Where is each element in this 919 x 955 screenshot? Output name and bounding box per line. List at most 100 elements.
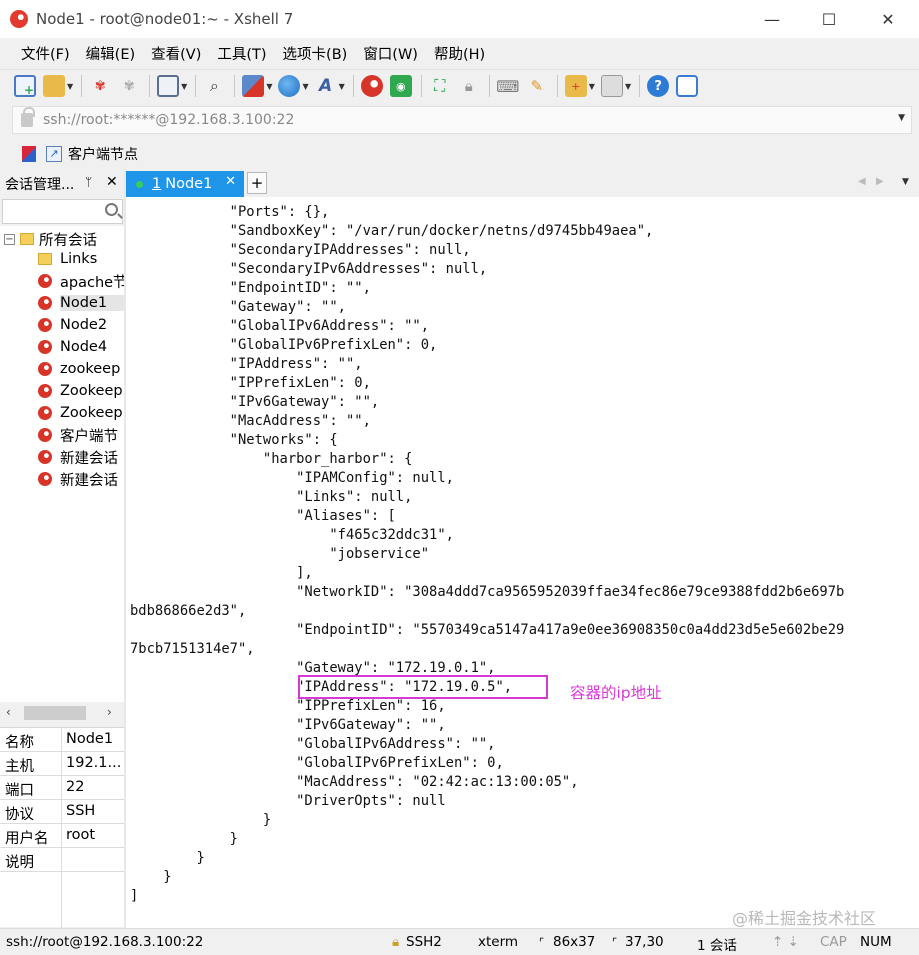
tab-label[interactable]: Node1 bbox=[165, 176, 212, 192]
lock-icon[interactable]: 🔒︎ bbox=[458, 75, 480, 97]
session-icon bbox=[38, 274, 52, 288]
reconnect-icon[interactable]: ✾ bbox=[89, 75, 111, 97]
menu-edit[interactable]: 编辑(E) bbox=[78, 43, 143, 64]
new-tab-button[interactable]: + bbox=[247, 172, 267, 194]
collapse-toggle-icon[interactable]: − bbox=[4, 233, 15, 245]
property-value: root bbox=[66, 827, 96, 843]
tree-item-session-selected[interactable]: Node1 bbox=[38, 292, 124, 314]
menu-bar: 文件(F) 编辑(E) 查看(V) 工具(T) 选项卡(B) 窗口(W) 帮助(… bbox=[0, 38, 919, 70]
property-key: 协议 bbox=[5, 807, 34, 823]
help-icon[interactable]: ? bbox=[647, 75, 670, 97]
scroll-left-icon[interactable]: ‹ bbox=[6, 705, 11, 719]
tree-item-label[interactable]: Node1 bbox=[60, 295, 124, 311]
menu-help[interactable]: 帮助(H) bbox=[426, 43, 493, 64]
menu-tabs[interactable]: 选项卡(B) bbox=[275, 43, 356, 64]
tree-item-session[interactable]: Node4 bbox=[38, 336, 124, 358]
tab-scroll-left-icon[interactable]: ◀ bbox=[858, 176, 866, 187]
tree-horizontal-scrollbar[interactable]: ‹ › bbox=[0, 703, 124, 723]
minimize-button[interactable]: — bbox=[743, 0, 801, 38]
tree-root-label[interactable]: 所有会话 bbox=[39, 229, 97, 250]
tree-item-links[interactable]: Links bbox=[38, 248, 124, 270]
globe-dropdown-icon[interactable]: ▼ bbox=[302, 82, 308, 91]
toolbar-separator bbox=[234, 75, 236, 97]
ssh-lock-icon: 🔒︎ bbox=[392, 934, 400, 950]
tree-item-session[interactable]: Node2 bbox=[38, 314, 124, 336]
compose-icon[interactable]: + bbox=[564, 75, 587, 97]
open-dropdown-icon[interactable]: ▼ bbox=[67, 82, 73, 91]
status-nav-arrows-icon[interactable]: ⇡ ⇣ bbox=[772, 934, 799, 950]
tab-node1[interactable]: 1 Node1 ✕ bbox=[126, 171, 244, 197]
tab-number[interactable]: 1 bbox=[152, 176, 161, 192]
fullscreen-icon[interactable]: ⛶ bbox=[429, 75, 451, 97]
menu-file[interactable]: 文件(F) bbox=[13, 43, 78, 64]
font-dropdown-icon[interactable]: ▼ bbox=[339, 82, 345, 91]
tab-list-dropdown-icon[interactable]: ▼ bbox=[902, 177, 909, 187]
scroll-right-icon[interactable]: › bbox=[107, 705, 112, 719]
tree-item-session[interactable]: apache节 bbox=[38, 270, 124, 292]
tree-item-label[interactable]: 新建会话 bbox=[60, 447, 124, 468]
tree-item-label[interactable]: zookeep bbox=[60, 361, 124, 377]
maximize-button[interactable]: ☐ bbox=[800, 0, 858, 38]
search-icon[interactable] bbox=[105, 203, 118, 216]
menu-tools[interactable]: 工具(T) bbox=[209, 43, 274, 64]
toolbar-separator bbox=[488, 75, 490, 97]
terminal-area[interactable]: "Ports": {}, "SandboxKey": "/var/run/doc… bbox=[126, 197, 919, 928]
toolbar-separator bbox=[556, 75, 558, 97]
highlight-icon[interactable]: ✎ bbox=[526, 75, 548, 97]
open-folder-icon[interactable] bbox=[43, 75, 65, 97]
keyboard-icon[interactable]: ⌨ bbox=[496, 75, 519, 97]
tree-item-label[interactable]: Node4 bbox=[60, 339, 124, 355]
properties-icon[interactable] bbox=[157, 75, 180, 97]
tree-item-session[interactable]: 新建会话 bbox=[38, 468, 124, 490]
close-panel-icon[interactable]: ✕ bbox=[106, 174, 118, 190]
xshell-icon[interactable] bbox=[360, 75, 383, 97]
pin-icon[interactable]: ᛘ bbox=[85, 175, 92, 189]
layout-icon[interactable] bbox=[600, 75, 623, 97]
globe-icon[interactable] bbox=[278, 75, 301, 97]
tree-item-session[interactable]: Zookeep bbox=[38, 402, 124, 424]
tree-item-label[interactable]: Links bbox=[60, 251, 124, 267]
find-icon[interactable]: ⌕ bbox=[203, 75, 225, 97]
scroll-thumb[interactable] bbox=[24, 706, 86, 720]
quick-link-client-node[interactable]: 客户端节点 bbox=[68, 144, 138, 164]
transfer-icon[interactable] bbox=[242, 75, 265, 97]
session-search-input[interactable] bbox=[2, 199, 123, 224]
transfer-dropdown-icon[interactable]: ▼ bbox=[266, 82, 272, 91]
chat-icon[interactable] bbox=[676, 75, 699, 97]
session-tree: − 所有会话 Links apache节 Node1 Node2 Node4 z… bbox=[0, 226, 124, 702]
shortcut-arrow-icon[interactable]: ↗ bbox=[46, 146, 62, 162]
menu-view[interactable]: 查看(V) bbox=[143, 43, 209, 64]
tab-close-icon[interactable]: ✕ bbox=[225, 174, 236, 189]
tree-item-label[interactable]: 新建会话 bbox=[60, 469, 124, 490]
tree-root-all-sessions[interactable]: − 所有会话 bbox=[4, 229, 97, 249]
xftp-icon[interactable]: ◉ bbox=[389, 75, 412, 97]
tree-item-session[interactable]: 新建会话 bbox=[38, 446, 124, 468]
tree-item-label[interactable]: Zookeep bbox=[60, 383, 124, 399]
toolbar-separator bbox=[81, 75, 83, 97]
properties-dropdown-icon[interactable]: ▼ bbox=[181, 82, 187, 91]
session-icon bbox=[38, 340, 52, 354]
tree-item-label[interactable]: Node2 bbox=[60, 317, 124, 333]
property-row: 说明 bbox=[0, 848, 124, 872]
tree-item-label[interactable]: 客户端节 bbox=[60, 425, 124, 446]
tree-item-session[interactable]: Zookeep bbox=[38, 380, 124, 402]
links-flag-icon[interactable] bbox=[22, 146, 36, 162]
terminal-output[interactable]: "Ports": {}, "SandboxKey": "/var/run/doc… bbox=[130, 203, 844, 906]
layout-dropdown-icon[interactable]: ▼ bbox=[625, 82, 631, 91]
tree-item-session[interactable]: zookeep bbox=[38, 358, 124, 380]
address-bar[interactable]: ssh://root:******@192.168.3.100:22 ▼ bbox=[12, 106, 912, 134]
new-session-icon[interactable]: + bbox=[14, 75, 36, 97]
menu-window[interactable]: 窗口(W) bbox=[355, 43, 426, 64]
tree-item-label[interactable]: apache节 bbox=[60, 271, 124, 292]
address-dropdown-icon[interactable]: ▼ bbox=[898, 113, 905, 123]
tree-item-label[interactable]: Zookeep bbox=[60, 405, 124, 421]
font-icon[interactable]: A bbox=[315, 75, 337, 97]
toolbar-separator bbox=[639, 75, 641, 97]
address-url[interactable]: ssh://root:******@192.168.3.100:22 bbox=[43, 112, 294, 128]
status-cursor: 37,30 bbox=[625, 934, 664, 950]
tab-scroll-right-icon[interactable]: ▶ bbox=[876, 176, 884, 187]
compose-dropdown-icon[interactable]: ▼ bbox=[589, 82, 595, 91]
tree-item-session[interactable]: 客户端节 bbox=[38, 424, 124, 446]
disconnect-icon[interactable]: ✾ bbox=[118, 75, 140, 97]
close-button[interactable]: ✕ bbox=[859, 0, 917, 38]
